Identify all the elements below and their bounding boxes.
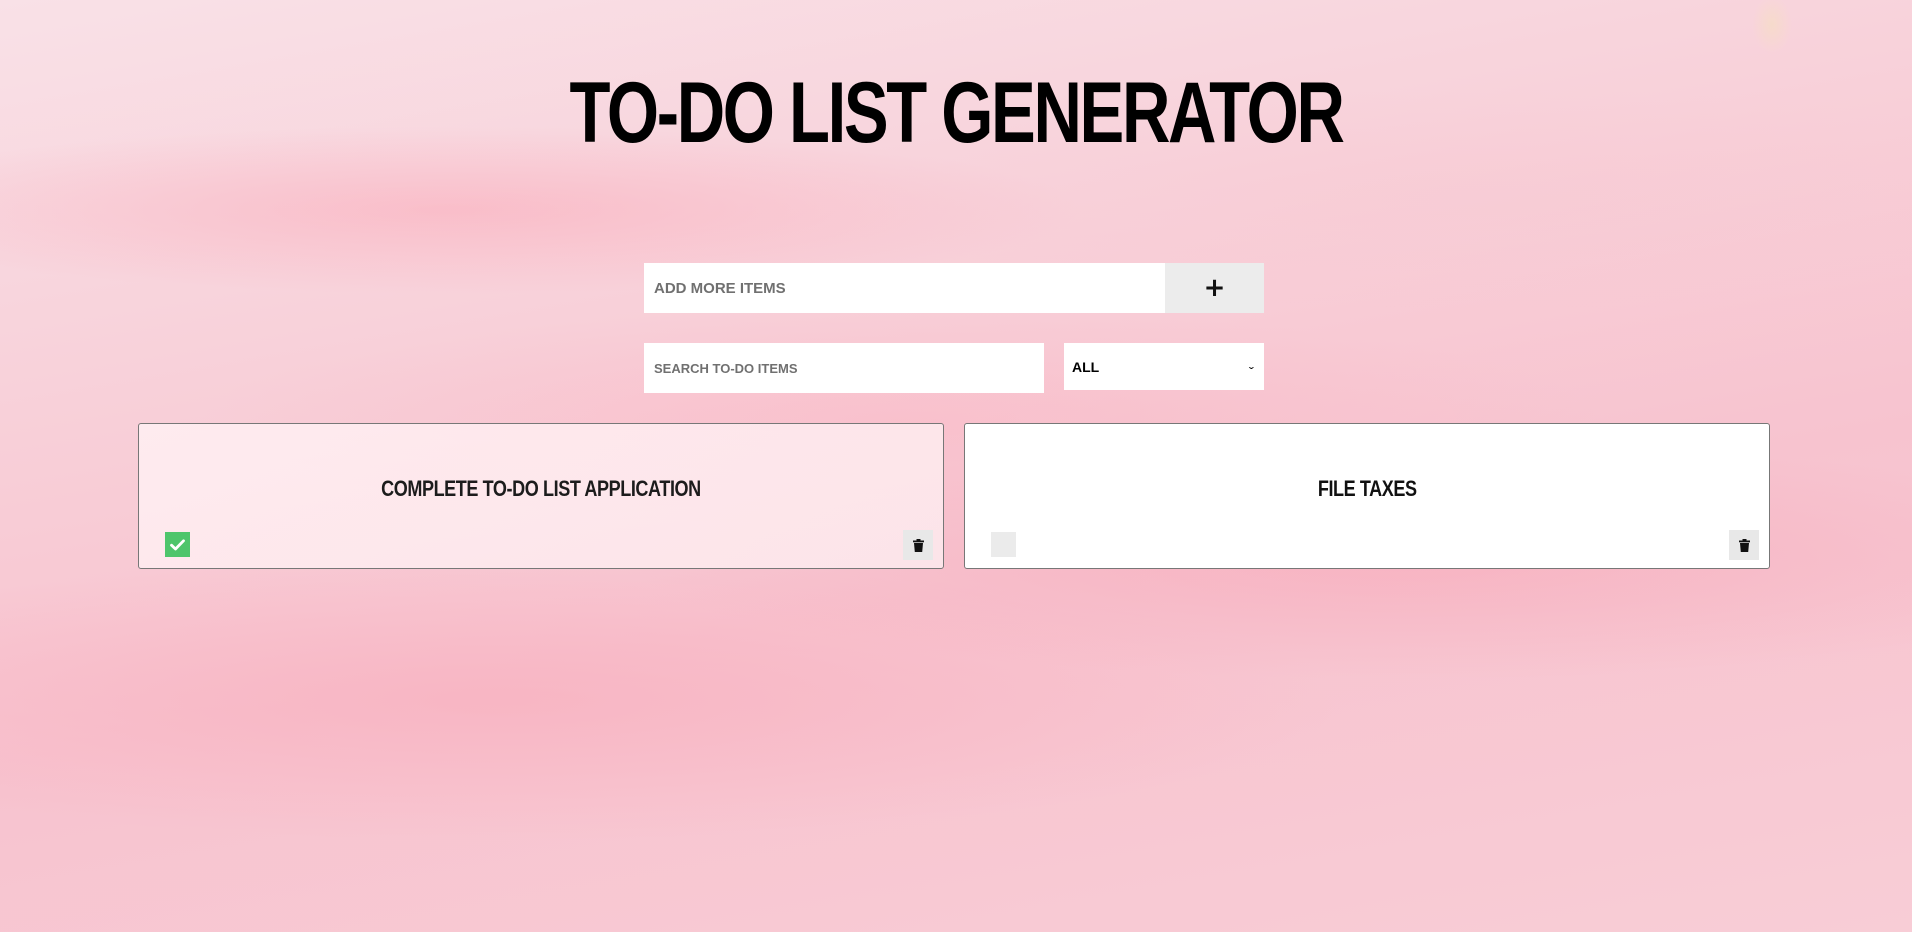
trash-icon: [912, 538, 924, 552]
add-item-button[interactable]: +: [1165, 263, 1264, 313]
check-icon: [170, 538, 185, 550]
add-item-form: +: [644, 263, 1264, 313]
filter-selected-value: ALL: [1072, 358, 1100, 375]
delete-button[interactable]: [1729, 530, 1759, 560]
todo-text: COMPLETE TO-DO LIST APPLICATION: [381, 476, 701, 501]
delete-button[interactable]: [903, 530, 933, 560]
page-title: TO-DO LIST GENERATOR: [569, 65, 1344, 161]
background-paint-fleck: [1752, 0, 1792, 54]
trash-icon: [1738, 538, 1750, 552]
todo-card: COMPLETE TO-DO LIST APPLICATION: [138, 423, 944, 569]
filter-select[interactable]: ALL ⌄: [1064, 343, 1264, 390]
complete-toggle[interactable]: [165, 532, 190, 557]
search-input[interactable]: [644, 343, 1044, 393]
todo-card: FILE TAXES: [964, 423, 1770, 569]
add-item-input[interactable]: [644, 263, 1165, 313]
complete-toggle[interactable]: [991, 532, 1016, 557]
chevron-down-icon: ⌄: [1246, 361, 1256, 372]
todo-text: FILE TAXES: [1317, 476, 1417, 501]
